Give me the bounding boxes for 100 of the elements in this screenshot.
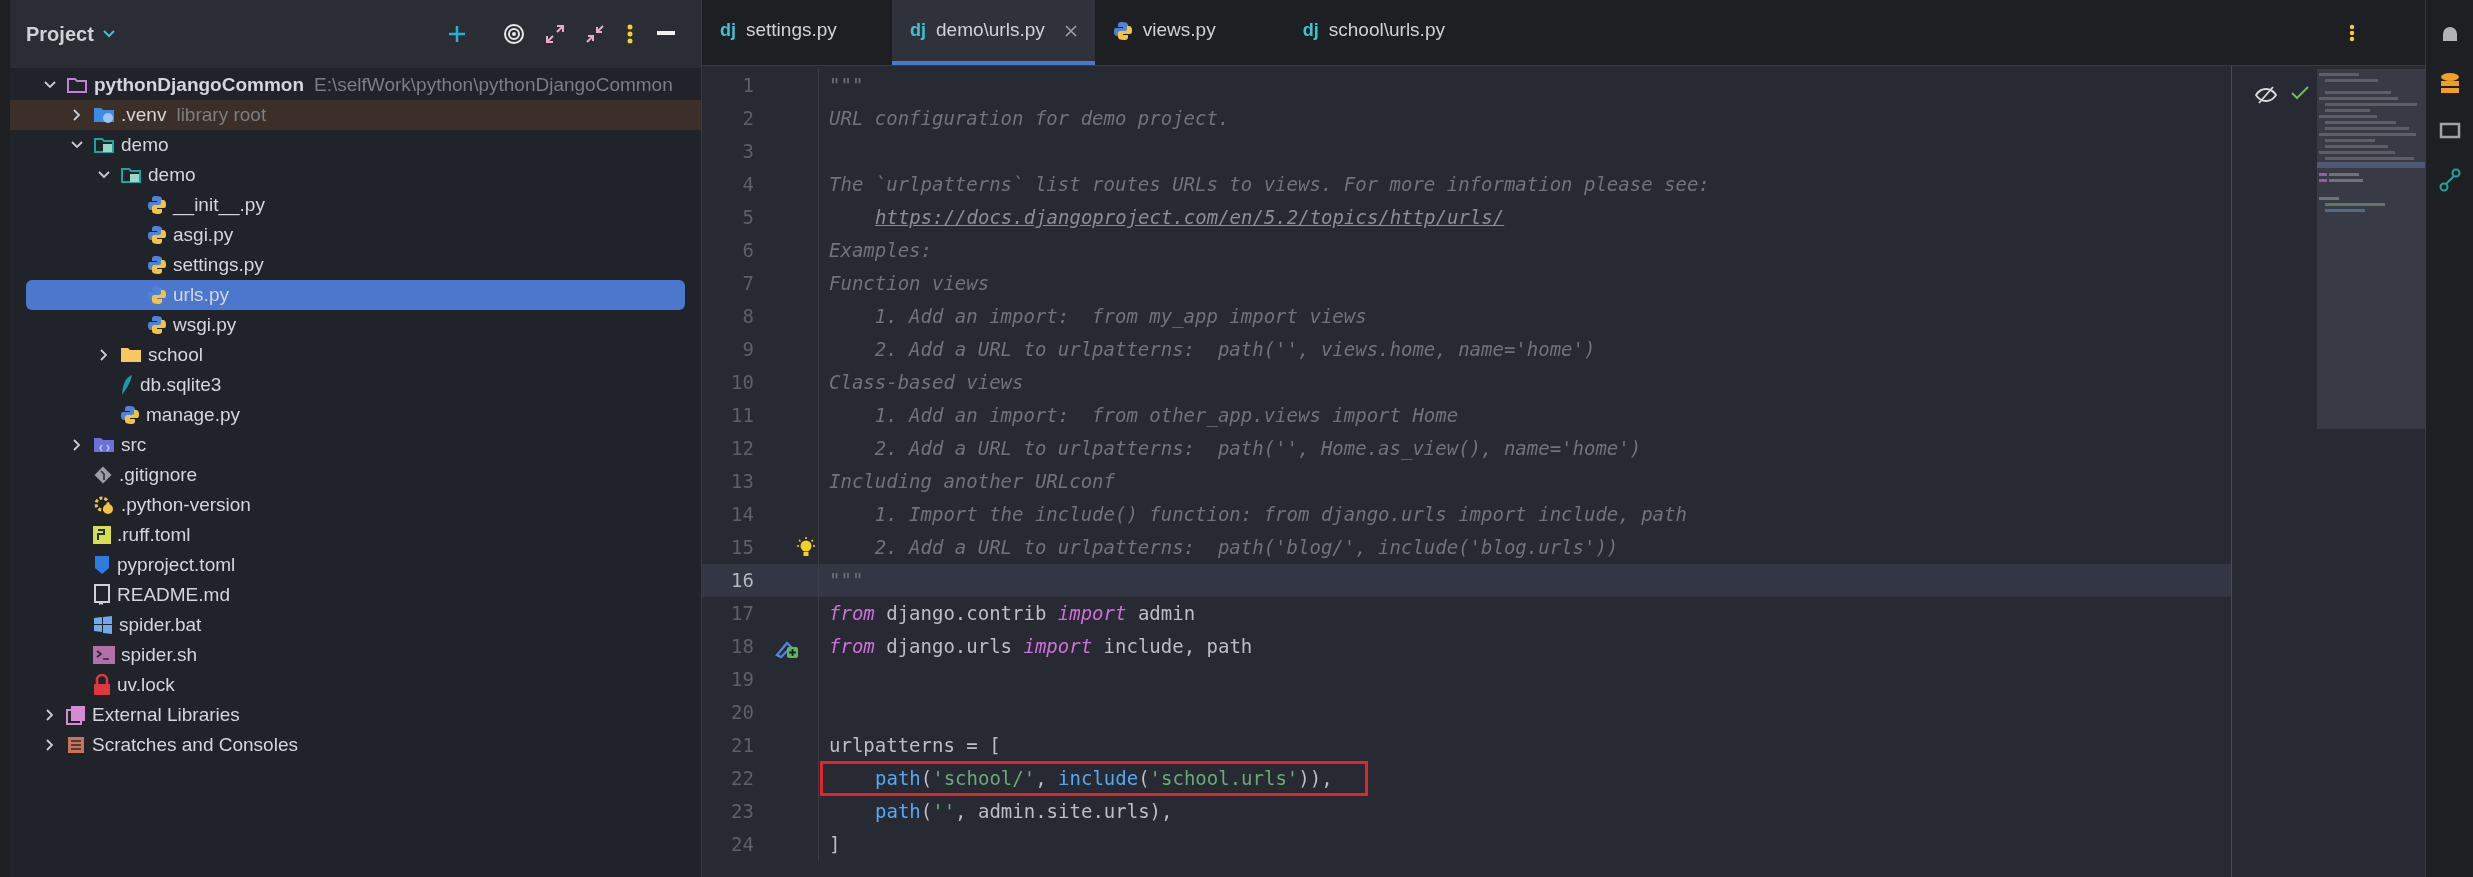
file-name: spider.bat (119, 612, 202, 637)
file-name: demo (121, 132, 169, 157)
python-icon (147, 315, 167, 335)
tree-item[interactable]: .gitignore (10, 460, 701, 490)
plus-icon[interactable] (447, 24, 467, 44)
code-line: from django.urls import include, path (829, 634, 1253, 660)
tree-item[interactable]: uv.lock (10, 670, 701, 700)
code-line: """ (829, 73, 864, 99)
file-name: .python-version (121, 492, 251, 517)
django-icon: dj (1302, 17, 1319, 44)
tree-item[interactable]: manage.py (10, 400, 701, 430)
editor-tab[interactable]: dj settings.py (702, 0, 892, 65)
line-number: 16 (730, 568, 754, 594)
folder-icon (66, 75, 88, 95)
tree-item[interactable]: wsgi.py (10, 310, 701, 340)
terminal-icon (93, 646, 115, 664)
code-line: """ (829, 568, 864, 594)
highlighted-code-line: path('school/', include('school.urls')), (823, 764, 1365, 793)
file-name: manage.py (146, 402, 240, 427)
code-line: URL configuration for demo project. (829, 106, 1230, 132)
django-icon: dj (910, 17, 926, 44)
lightbulb-icon[interactable] (795, 536, 817, 559)
book-icon (93, 584, 111, 606)
feather-icon (120, 374, 134, 396)
editor-tab[interactable]: dj school\urls.py (1284, 0, 1475, 65)
kebab-menu-icon[interactable] (2349, 23, 2355, 42)
tree-item[interactable]: pyproject.toml (10, 550, 701, 580)
collapse-icon[interactable] (585, 24, 605, 44)
tree-item[interactable]: Scratches and Consoles (10, 730, 701, 760)
python-icon (147, 225, 167, 245)
tree-item[interactable]: demo (10, 160, 701, 190)
folder-icon (120, 165, 142, 185)
tree-item[interactable]: __init__.py (10, 190, 701, 220)
minimize-icon[interactable] (657, 31, 675, 37)
tree-item[interactable]: pythonDjangoCommon E:\selfWork\python\pythonDjangoCommon (10, 70, 701, 100)
folder-icon (120, 345, 142, 365)
tab-label: demo\urls.py (936, 18, 1045, 43)
panel-title[interactable]: Project (26, 19, 94, 49)
folder-icon (93, 135, 115, 155)
python-icon (1112, 20, 1133, 41)
file-name: .gitignore (119, 462, 198, 487)
file-name: .venv (121, 102, 167, 127)
python-icon (120, 405, 140, 425)
target-icon[interactable] (503, 23, 525, 45)
tree-item[interactable]: .ruff.toml (10, 520, 701, 550)
ruff-icon (93, 526, 111, 544)
code-line: path('', admin.site.urls), (874, 799, 1173, 825)
path-hint: library root (176, 102, 267, 127)
graph-icon[interactable] (2438, 168, 2461, 192)
file-name: README.md (117, 582, 230, 607)
eye-slash-icon[interactable] (2255, 86, 2277, 104)
tab-label: settings.py (746, 18, 837, 43)
tree-item[interactable]: README.md (10, 580, 701, 610)
file-name: db.sqlite3 (140, 372, 222, 397)
database-icon[interactable] (2438, 72, 2461, 96)
tree-item[interactable]: External Libraries (10, 700, 701, 730)
code-line: Examples: (829, 238, 932, 264)
notepad-icon (66, 735, 86, 755)
file-name: asgi.py (173, 222, 234, 247)
file-name: settings.py (173, 252, 264, 277)
tab-label: school\urls.py (1328, 18, 1445, 43)
tree-item[interactable]: .python-version (10, 490, 701, 520)
python-icon (147, 195, 167, 215)
path-hint: E:\selfWork\python\pythonDjangoCommon (314, 72, 673, 97)
kebab-menu-icon[interactable] (627, 24, 633, 44)
code-line: 2. Add a URL to urlpatterns: path('', Home.as_view(), name='home') (873, 436, 1642, 462)
django-icon: dj (720, 17, 736, 44)
tree-item[interactable]: school (10, 340, 701, 370)
tree-item[interactable]: db.sqlite3 (10, 370, 701, 400)
tree-item[interactable]: src (10, 430, 701, 460)
editor-tab[interactable]: dj demo\urls.py (892, 0, 1095, 65)
code-line: 1. Add an import: from my_app import views (873, 304, 1367, 330)
expand-icon[interactable] (545, 24, 565, 44)
code-line: Including another URLconf (829, 469, 1115, 495)
bookmark-icon (93, 555, 111, 575)
close-icon[interactable] (1064, 24, 1077, 37)
code-line: urlpatterns = [ (829, 733, 1001, 759)
tree-item[interactable]: asgi.py (10, 220, 701, 250)
tree-item[interactable]: spider.sh (10, 640, 701, 670)
file-name: pythonDjangoCommon (94, 72, 305, 97)
python-icon (147, 255, 167, 275)
books-icon (66, 705, 86, 725)
tree-item[interactable]: spider.bat (10, 610, 701, 640)
editor-tab[interactable]: views.py (1094, 0, 1285, 65)
tree-item[interactable]: settings.py (10, 250, 701, 280)
tree-item[interactable]: .venv library root (10, 100, 701, 130)
tree-item[interactable]: demo (10, 130, 701, 160)
tab-label: views.py (1142, 18, 1216, 43)
file-name: pyproject.toml (117, 552, 236, 577)
code-line: 2. Add a URL to urlpatterns: path('blog/', include('blog.urls')) (873, 535, 1619, 561)
file-name: External Libraries (92, 702, 240, 727)
file-name: Scratches and Consoles (92, 732, 298, 757)
windows-icon (93, 615, 113, 635)
lock-icon (93, 674, 111, 696)
python-icon (147, 285, 167, 305)
checkmark-icon (2291, 86, 2309, 100)
file-name: src (121, 432, 147, 457)
code-line: 1. Add an import: from other_app.views import Home (873, 403, 1459, 429)
file-name: wsgi.py (173, 312, 237, 337)
code-line: 2. Add a URL to urlpatterns: path('', views.home, name='home') (873, 337, 1596, 363)
